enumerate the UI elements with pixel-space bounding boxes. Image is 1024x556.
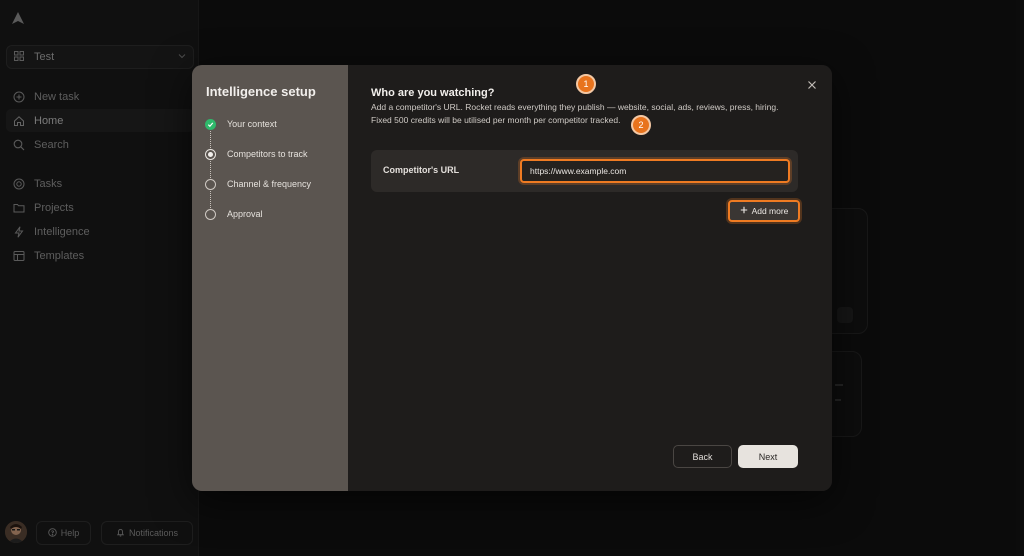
step-connector <box>210 161 211 178</box>
plus-icon <box>740 206 748 216</box>
step-badge-1: 1 <box>576 74 596 94</box>
competitor-url-label: Competitor's URL <box>383 165 460 175</box>
modal-title: Intelligence setup <box>206 84 316 99</box>
competitor-url-input[interactable] <box>520 159 790 183</box>
step-list: Your context Competitors to track Channe… <box>205 118 311 238</box>
step-label: Your context <box>227 119 277 129</box>
step-label: Approval <box>227 209 263 219</box>
back-button[interactable]: Back <box>673 445 732 468</box>
step-your-context[interactable]: Your context <box>205 118 311 148</box>
check-circle-icon <box>205 119 216 130</box>
step-heading: Who are you watching? <box>371 87 495 99</box>
competitor-url-row: Competitor's URL <box>371 150 798 192</box>
step-label: Channel & frequency <box>227 179 312 189</box>
add-more-label: Add more <box>751 206 789 216</box>
pending-step-icon <box>205 179 216 190</box>
step-competitors-to-track[interactable]: Competitors to track <box>205 148 311 178</box>
step-approval[interactable]: Approval <box>205 208 311 238</box>
close-button[interactable] <box>804 77 820 93</box>
current-step-icon <box>205 149 216 160</box>
intelligence-setup-modal: Intelligence setup Your context Competit… <box>192 65 832 491</box>
close-icon <box>808 81 816 89</box>
setup-steps-panel: Intelligence setup Your context Competit… <box>192 65 348 491</box>
step-channel-frequency[interactable]: Channel & frequency <box>205 178 311 208</box>
step-badge-2: 2 <box>631 115 651 135</box>
step-content-panel: Who are you watching? Add a competitor's… <box>348 65 832 491</box>
add-more-button[interactable]: Add more <box>728 200 800 222</box>
pending-step-icon <box>205 209 216 220</box>
step-connector <box>210 191 211 208</box>
step-label: Competitors to track <box>227 149 308 159</box>
step-connector <box>210 131 211 148</box>
next-button[interactable]: Next <box>738 445 798 468</box>
step-description: Add a competitor's URL. Rocket reads eve… <box>371 102 779 125</box>
